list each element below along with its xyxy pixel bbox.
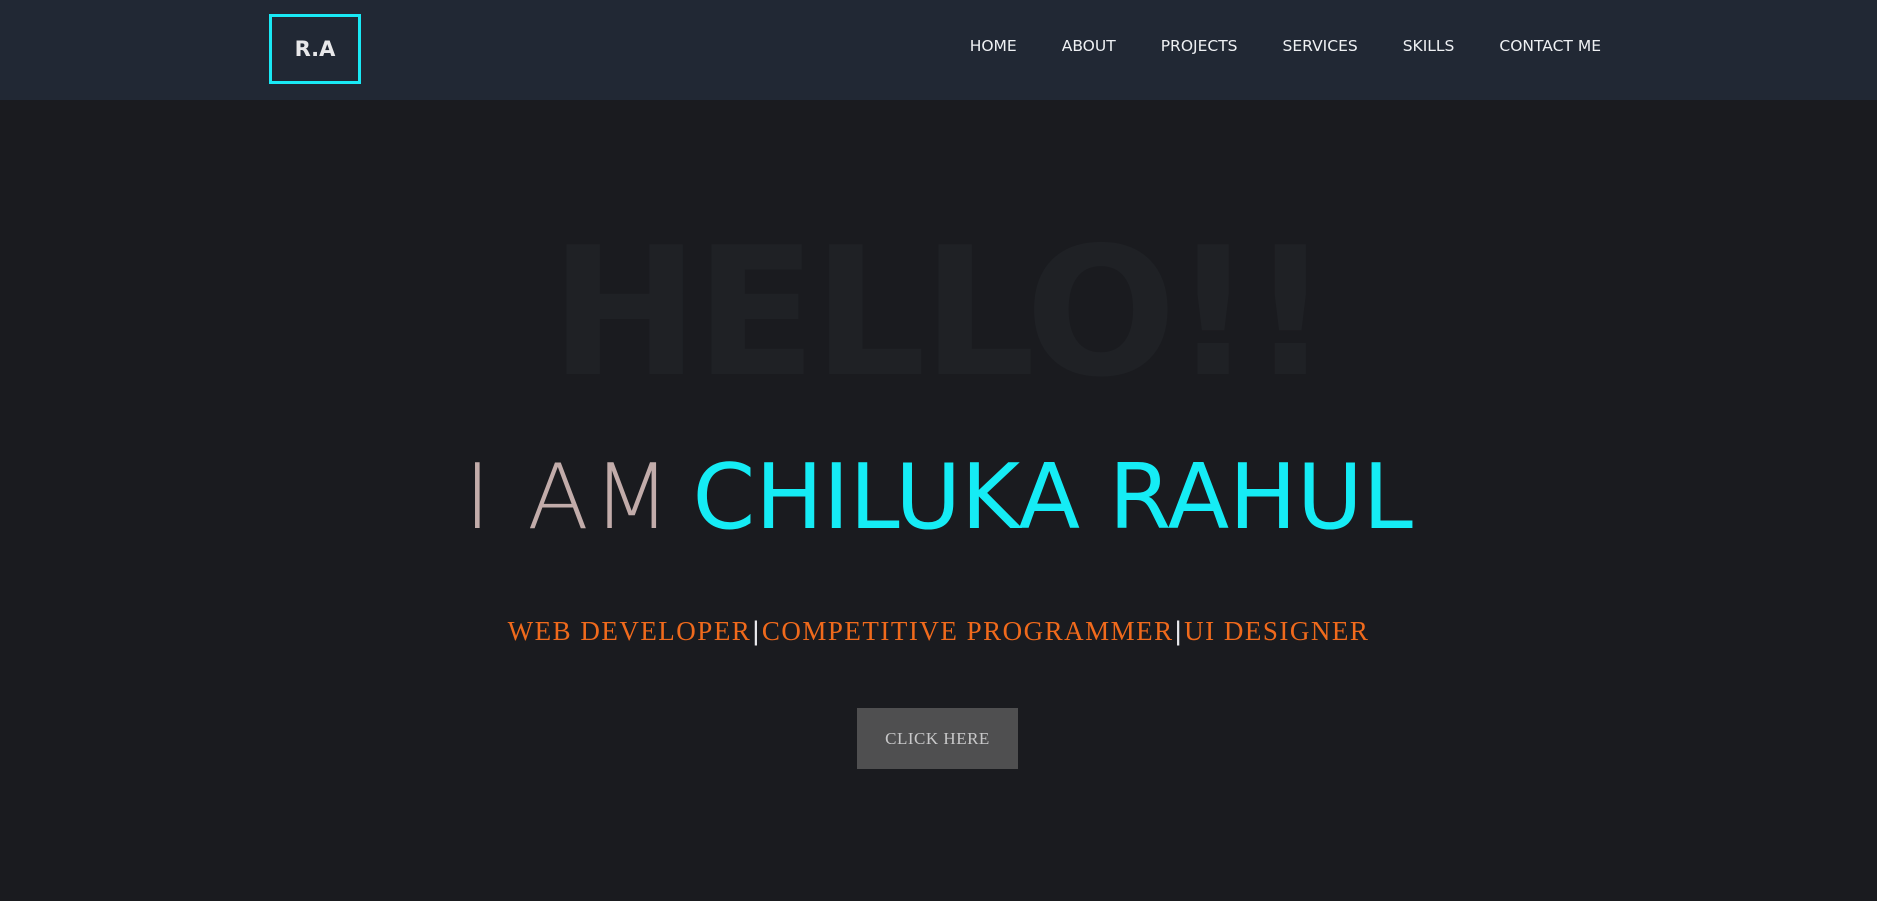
logo[interactable]: R.A: [269, 14, 361, 84]
nav-item: SKILLS: [1403, 37, 1455, 56]
nav-link-home[interactable]: HOME: [970, 37, 1017, 55]
nav-item: PROJECTS: [1161, 37, 1238, 56]
nav-item: CONTACT ME: [1499, 37, 1601, 56]
nav-menu: HOME ABOUT PROJECTS SERVICES SKILLS CONT…: [970, 37, 1601, 56]
hero-roles: WEB DEVELOPER|COMPETITIVE PROGRAMMER|UI …: [0, 616, 1877, 647]
role-ui-designer: UI DESIGNER: [1184, 616, 1370, 646]
hero-name: CHILUKA RAHUL: [692, 445, 1413, 550]
role-separator: |: [752, 616, 761, 646]
hero-headline: I AM CHILUKA RAHUL: [0, 448, 1877, 548]
nav-link-services[interactable]: SERVICES: [1283, 37, 1358, 55]
hero-prefix: I AM: [464, 445, 675, 550]
nav-link-skills[interactable]: SKILLS: [1403, 37, 1455, 55]
role-web-developer: WEB DEVELOPER: [507, 616, 752, 646]
click-here-button[interactable]: CLICK HERE: [857, 708, 1018, 769]
nav-link-projects[interactable]: PROJECTS: [1161, 37, 1238, 55]
navbar: R.A HOME ABOUT PROJECTS SERVICES SKILLS …: [0, 0, 1877, 100]
role-separator: |: [1174, 616, 1184, 646]
nav-link-about[interactable]: ABOUT: [1062, 37, 1116, 55]
nav-item: SERVICES: [1283, 37, 1358, 56]
nav-link-contact[interactable]: CONTACT ME: [1499, 37, 1601, 55]
nav-item: ABOUT: [1062, 37, 1116, 56]
hero-background-text: HELLO!!: [550, 209, 1331, 416]
role-competitive-programmer: COMPETITIVE PROGRAMMER: [761, 616, 1174, 646]
nav-item: HOME: [970, 37, 1017, 56]
